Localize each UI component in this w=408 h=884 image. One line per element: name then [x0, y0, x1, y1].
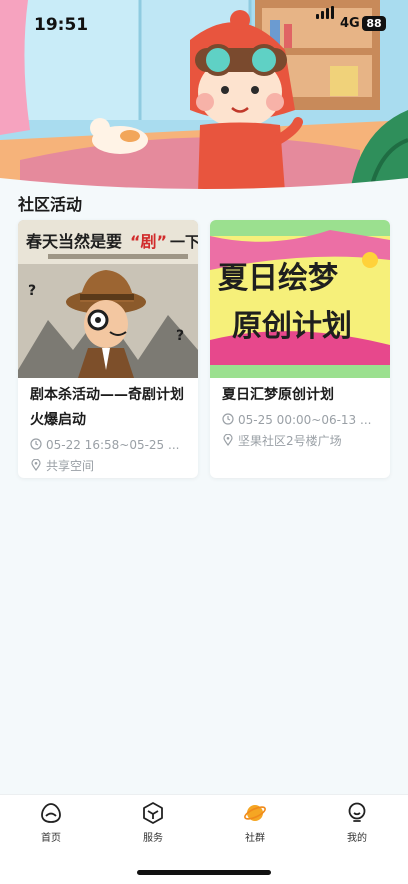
- clock-icon: [222, 413, 234, 425]
- activity-poster: 夏日绘梦 原创计划: [210, 220, 390, 378]
- activity-location-text: 坚果社区2号楼广场: [238, 434, 342, 448]
- svg-text:?: ?: [176, 328, 184, 344]
- service-box-icon: [143, 802, 163, 824]
- tab-label: 首页: [41, 833, 61, 844]
- poster-tail: 一下: [170, 233, 198, 251]
- tab-community[interactable]: 社群: [215, 801, 295, 844]
- svg-text:?: ?: [28, 283, 36, 299]
- tab-home[interactable]: 首页: [11, 801, 91, 844]
- tab-label: 服务: [143, 833, 163, 844]
- home-icon: [41, 803, 61, 823]
- battery-icon: 88: [362, 16, 386, 31]
- status-time: 19:51: [34, 15, 89, 35]
- tab-profile[interactable]: 我的: [317, 801, 397, 844]
- clock-icon: [30, 438, 42, 450]
- activity-time-text: 05-22 16:58~05-25 ...: [46, 438, 180, 452]
- activity-time-text: 05-25 00:00~06-13 ...: [238, 413, 372, 427]
- location-pin-icon: [223, 434, 233, 446]
- activity-time: 05-25 00:00~06-13 ...: [222, 413, 382, 427]
- poster-highlight: “剧”: [130, 232, 167, 251]
- poster-line2: 原创计划: [232, 309, 352, 344]
- poster-line1: 夏日绘梦: [218, 261, 338, 296]
- activity-time: 05-22 16:58~05-25 ...: [30, 438, 190, 452]
- tab-service[interactable]: 服务: [113, 801, 193, 844]
- activity-title: 夏日汇梦原创计划: [222, 387, 334, 403]
- location-pin-icon: [31, 459, 41, 471]
- network-type: 4G: [340, 16, 360, 31]
- home-indicator[interactable]: [137, 870, 271, 875]
- status-bar: 19:51 4G 88: [0, 0, 408, 50]
- activity-title: 剧本杀活动——奇剧计划火爆启动: [30, 387, 184, 428]
- activity-card[interactable]: 春天当然是要 “剧” 一下 ? ? 剧本杀活动——奇剧计划火爆启动 05-22 …: [18, 220, 198, 478]
- planet-icon: [244, 805, 266, 821]
- activity-location: 坚果社区2号楼广场: [222, 432, 382, 449]
- poster-headline: 春天当然是要: [25, 232, 122, 251]
- activity-card[interactable]: 夏日绘梦 原创计划 夏日汇梦原创计划 05-25 00:00~06-13 ...…: [210, 220, 390, 478]
- tab-label: 社群: [245, 833, 265, 844]
- tab-label: 我的: [347, 833, 367, 844]
- activity-poster: 春天当然是要 “剧” 一下 ? ?: [18, 220, 198, 378]
- activity-location-text: 共享空间: [46, 459, 95, 473]
- section-title: 社区活动: [18, 195, 83, 214]
- activity-location: 共享空间: [30, 457, 190, 474]
- profile-icon: [348, 802, 366, 822]
